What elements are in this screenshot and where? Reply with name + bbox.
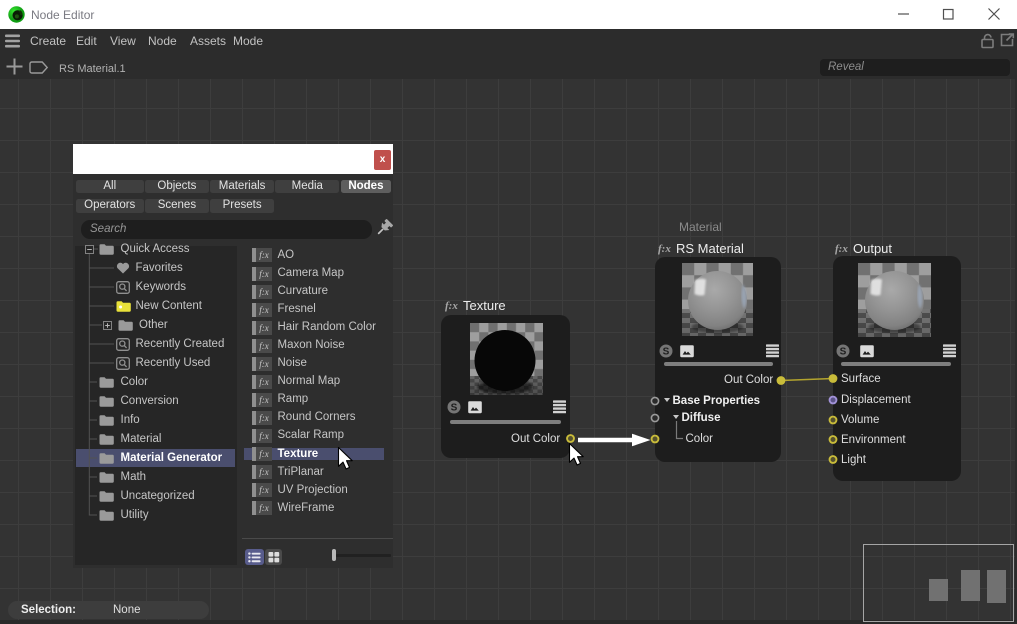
svg-text:S: S [662, 347, 669, 358]
svg-text:S: S [839, 347, 846, 358]
svg-text:S: S [450, 403, 457, 414]
